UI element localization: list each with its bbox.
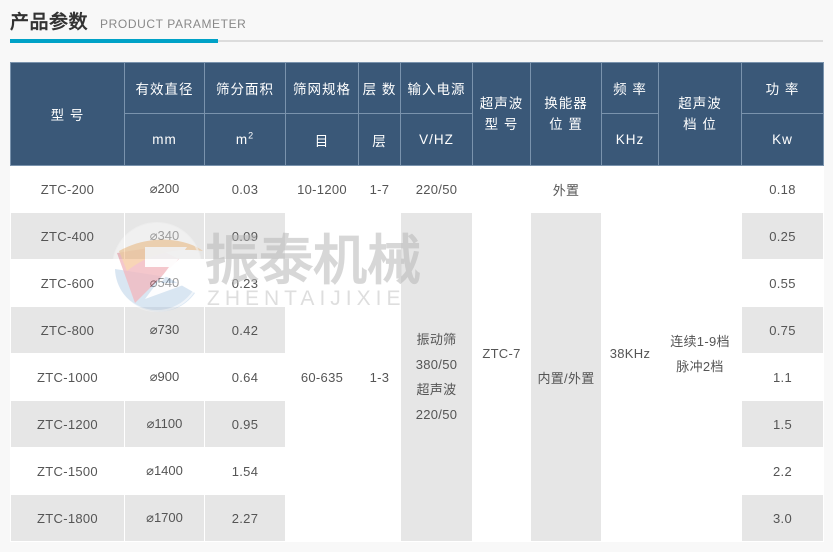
cell-power: 0.55 [742,260,824,307]
col-unit-area-base: m [236,132,248,147]
page-subtitle: PRODUCT PARAMETER [100,11,246,37]
cell-frequency-all: 38KHz [602,166,659,542]
table-row: ZTC-200 ⌀200 0.03 10-1200 1-7 220/50 ZTC… [11,166,824,213]
cell-power-input-l2: 380/50 [402,352,471,377]
col-unit-mesh: 目 [286,114,359,166]
page-title: 产品参数 [10,10,88,36]
cell-model: ZTC-1200 [11,401,125,448]
cell-gear-l1: 连续1-9档 [660,329,740,354]
cell-ultrasonic-model-all: ZTC-7 [473,166,531,542]
header-accent-bar [10,39,218,43]
col-header-mesh: 筛网规格 [286,63,359,114]
cell-mesh-rest: 60-635 [286,213,359,542]
table-header: 型 号 有效直径 筛分面积 筛网规格 层 数 输入电源 超声波 型 号 换能器 … [11,63,824,166]
cell-power: 2.2 [742,448,824,495]
cell-transducer-row1: 外置 [531,166,602,213]
cell-mesh-row1: 10-1200 [286,166,359,213]
cell-diameter: ⌀730 [125,307,205,354]
col-unit-area: m2 [205,114,286,166]
cell-model: ZTC-800 [11,307,125,354]
table-body: ZTC-200 ⌀200 0.03 10-1200 1-7 220/50 ZTC… [11,166,824,542]
cell-area: 0.09 [205,213,286,260]
col-header-frequency: 频 率 [602,63,659,114]
cell-power-input-l4: 220/50 [402,402,471,427]
col-header-diameter: 有效直径 [125,63,205,114]
col-header-ultrasonic-model: 超声波 型 号 [473,63,531,166]
cell-area: 0.03 [205,166,286,213]
cell-model: ZTC-200 [11,166,125,213]
cell-diameter: ⌀1700 [125,495,205,542]
cell-power: 0.18 [742,166,824,213]
cell-model: ZTC-600 [11,260,125,307]
col-header-layers: 层 数 [359,63,401,114]
col-unit-power: Kw [742,114,824,166]
cell-power: 0.25 [742,213,824,260]
cell-area: 2.27 [205,495,286,542]
cell-diameter: ⌀540 [125,260,205,307]
title-row: 产品参数 PRODUCT PARAMETER [10,10,823,40]
cell-model: ZTC-400 [11,213,125,260]
cell-power: 3.0 [742,495,824,542]
cell-layers-rest: 1-3 [359,213,401,542]
col-unit-area-sup: 2 [248,131,254,141]
col-header-ultrasonic-gear: 超声波 档 位 [659,63,742,166]
cell-model: ZTC-1500 [11,448,125,495]
cell-power-input-rest: 振动筛 380/50 超声波 220/50 [401,213,473,542]
col-header-transducer-position: 换能器 位 置 [531,63,602,166]
cell-model: ZTC-1800 [11,495,125,542]
cell-gear-l2: 脉冲2档 [660,354,740,379]
col-header-area: 筛分面积 [205,63,286,114]
col-header-power-input: 输入电源 [401,63,473,114]
header-row-1: 型 号 有效直径 筛分面积 筛网规格 层 数 输入电源 超声波 型 号 换能器 … [11,63,824,114]
cell-transducer-rest: 内置/外置 [531,213,602,542]
cell-power: 1.1 [742,354,824,401]
cell-power-input-row1: 220/50 [401,166,473,213]
col-unit-power-input: V/HZ [401,114,473,166]
cell-area: 0.64 [205,354,286,401]
cell-power-input-l1: 振动筛 [402,327,471,352]
col-header-power: 功 率 [742,63,824,114]
cell-diameter: ⌀200 [125,166,205,213]
spec-table-wrapper: 振泰机械 ZHENTAIJIXIE 型 号 有效直径 筛分面积 筛网规格 层 数… [10,62,823,542]
col-unit-diameter: mm [125,114,205,166]
col-unit-frequency: KHz [602,114,659,166]
cell-layers-row1: 1-7 [359,166,401,213]
col-header-transducer-l1: 换能器 [533,93,599,114]
cell-area: 1.54 [205,448,286,495]
cell-diameter: ⌀900 [125,354,205,401]
cell-power-input-l3: 超声波 [402,377,471,402]
page-header: 产品参数 PRODUCT PARAMETER [0,0,833,52]
cell-area: 0.95 [205,401,286,448]
product-parameter-table: 型 号 有效直径 筛分面积 筛网规格 层 数 输入电源 超声波 型 号 换能器 … [10,62,824,542]
col-header-model: 型 号 [11,63,125,166]
cell-power: 0.75 [742,307,824,354]
cell-model: ZTC-1000 [11,354,125,401]
col-unit-layers: 层 [359,114,401,166]
cell-diameter: ⌀1400 [125,448,205,495]
col-header-gear-l1: 超声波 [661,93,739,114]
cell-gear-all: 连续1-9档 脉冲2档 [659,166,742,542]
cell-power: 1.5 [742,401,824,448]
cell-area: 0.23 [205,260,286,307]
cell-area: 0.42 [205,307,286,354]
col-header-gear-l2: 档 位 [661,114,739,135]
col-header-ultrasonic-model-l2: 型 号 [475,114,528,135]
cell-diameter: ⌀340 [125,213,205,260]
col-header-transducer-l2: 位 置 [533,114,599,135]
col-header-ultrasonic-model-l1: 超声波 [475,93,528,114]
cell-diameter: ⌀1100 [125,401,205,448]
